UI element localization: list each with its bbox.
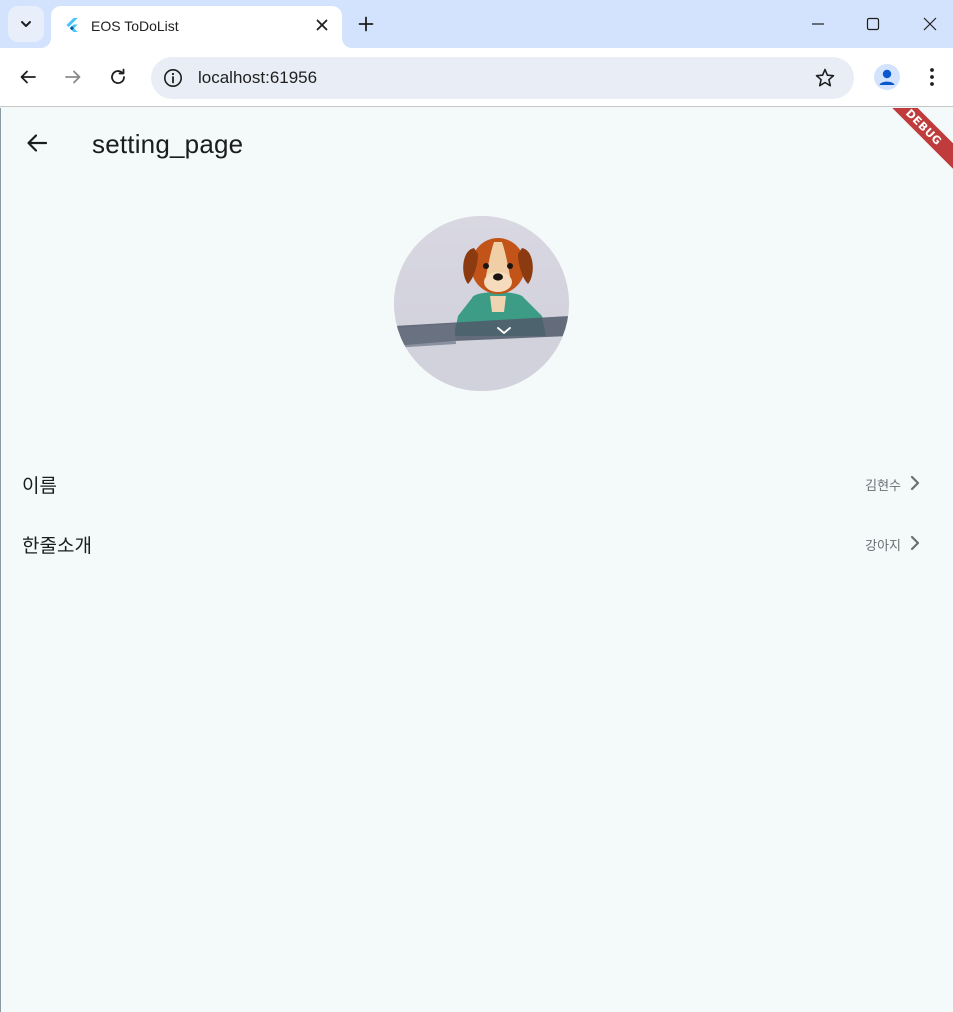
- maximize-button[interactable]: [859, 10, 887, 38]
- setting-value: 김현수: [865, 478, 901, 493]
- more-vert-icon[interactable]: [920, 64, 944, 90]
- setting-label: 한줄소개: [22, 536, 92, 557]
- info-icon[interactable]: [162, 67, 184, 89]
- profile-avatar[interactable]: [874, 64, 900, 90]
- window-close-button[interactable]: [916, 10, 944, 38]
- dog-avatar-image: [394, 216, 569, 391]
- plus-icon: [358, 16, 374, 32]
- close-icon: [923, 17, 937, 31]
- maximize-icon: [866, 17, 880, 31]
- tab-close-button[interactable]: [312, 15, 332, 35]
- address-bar[interactable]: localhost:61956: [151, 57, 854, 99]
- setting-row-intro[interactable]: 한줄소개 강아지: [1, 515, 953, 571]
- debug-label: DEBUG: [903, 108, 945, 148]
- setting-value: 강아지: [865, 538, 901, 553]
- chevron-right-icon: [910, 535, 920, 551]
- back-button[interactable]: [12, 61, 44, 93]
- forward-button[interactable]: [57, 61, 89, 93]
- app-viewport: setting_page DEBUG 이름 김현수 한줄소개 강아지: [0, 108, 953, 1012]
- url-text[interactable]: localhost:61956: [198, 68, 317, 88]
- browser-tab[interactable]: EOS ToDoList: [51, 6, 342, 48]
- app-back-button[interactable]: [19, 125, 55, 161]
- chevron-right-icon: [910, 475, 920, 491]
- reload-button[interactable]: [102, 61, 134, 93]
- close-icon: [316, 19, 328, 31]
- flutter-icon: [66, 18, 78, 32]
- page-title: setting_page: [92, 129, 244, 159]
- setting-row-name[interactable]: 이름 김현수: [1, 455, 953, 511]
- debug-banner: DEBUG: [878, 108, 953, 173]
- reload-icon: [111, 68, 125, 84]
- star-icon[interactable]: [814, 67, 836, 89]
- chevron-down-icon: [21, 21, 31, 27]
- minimize-button[interactable]: [804, 10, 832, 38]
- profile-image[interactable]: [394, 216, 569, 391]
- minimize-icon: [812, 23, 824, 25]
- tab-search-button[interactable]: [8, 6, 44, 42]
- new-tab-button[interactable]: [354, 12, 378, 36]
- person-icon: [879, 69, 895, 85]
- tab-title: EOS ToDoList: [91, 18, 179, 34]
- arrow-right-icon: [65, 70, 81, 84]
- tab-strip: EOS ToDoList: [0, 0, 953, 48]
- browser-toolbar: localhost:61956: [0, 48, 953, 107]
- arrow-left-icon: [27, 134, 48, 152]
- arrow-left-icon: [20, 70, 36, 84]
- setting-label: 이름: [22, 476, 57, 497]
